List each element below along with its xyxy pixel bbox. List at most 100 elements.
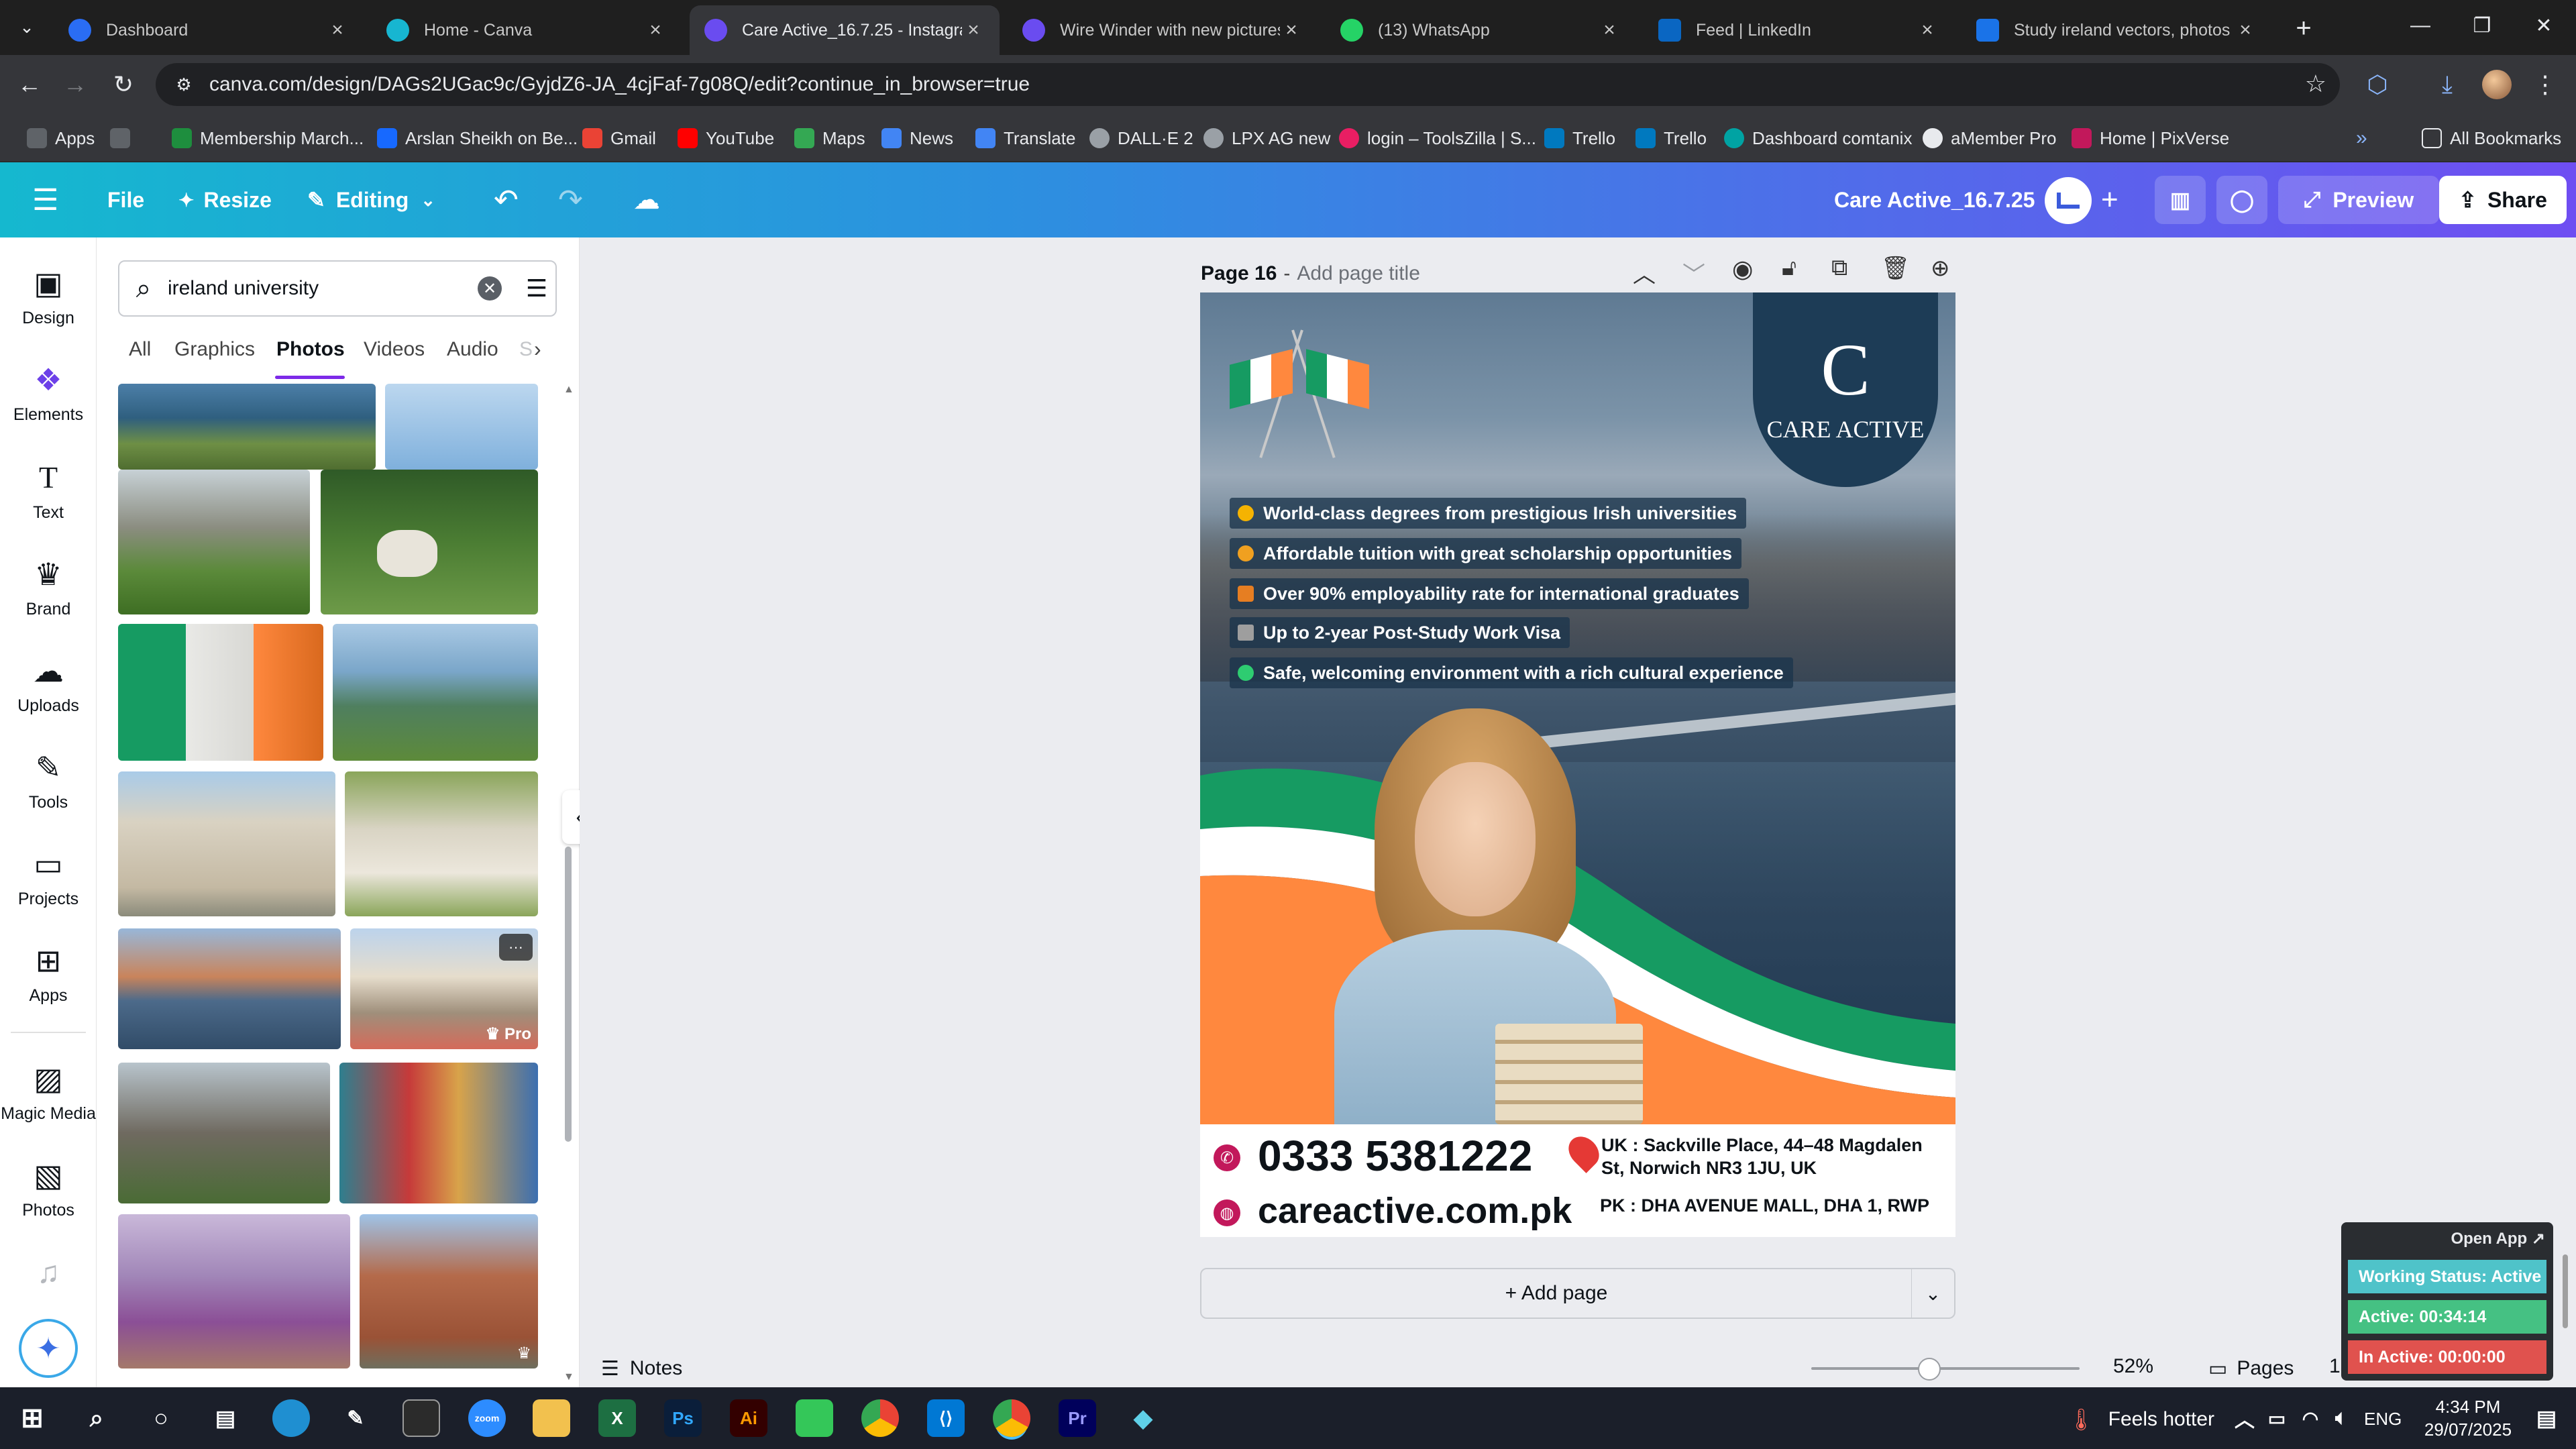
rail-item-elements[interactable]: ❖ Elements bbox=[0, 361, 97, 425]
tab-search-button[interactable]: ⌄ bbox=[9, 12, 44, 42]
bookmark-comtanix[interactable]: Dashboard comtanix bbox=[1724, 123, 1912, 153]
comments-icon[interactable]: ◯ bbox=[2216, 176, 2267, 224]
zoom-app-icon[interactable]: zoom bbox=[468, 1399, 506, 1437]
tab-audio[interactable]: Audio bbox=[447, 338, 498, 361]
vscode-icon[interactable]: ⟨⟩ bbox=[927, 1399, 965, 1437]
undo-icon[interactable]: ↶ bbox=[494, 181, 519, 219]
cortana-icon[interactable]: ○ bbox=[142, 1399, 180, 1437]
page-down-icon[interactable]: ﹀ bbox=[1682, 256, 1705, 289]
close-tab-icon[interactable]: × bbox=[644, 19, 667, 42]
bookmark-tab-groups[interactable] bbox=[110, 123, 130, 153]
minimize-window-icon[interactable]: — bbox=[2390, 0, 2451, 51]
photo-heather-path[interactable] bbox=[118, 1214, 350, 1368]
clear-search-icon[interactable]: ✕ bbox=[478, 276, 502, 301]
reload-icon[interactable]: ↻ bbox=[105, 66, 142, 103]
tabs-scroll-right-icon[interactable]: › bbox=[534, 337, 541, 362]
edge-browser-icon[interactable] bbox=[272, 1399, 310, 1437]
filter-sliders-icon[interactable]: ☰ bbox=[518, 274, 555, 303]
task-view-icon[interactable]: ▤ bbox=[207, 1399, 244, 1437]
search-input[interactable] bbox=[168, 277, 478, 300]
rail-item-tools[interactable]: ✎ Tools bbox=[0, 749, 97, 812]
scroll-thumb[interactable] bbox=[565, 847, 572, 1142]
close-tab-icon[interactable]: × bbox=[962, 19, 985, 42]
more-bookmarks-icon[interactable]: » bbox=[2356, 123, 2367, 153]
tab-graphics[interactable]: Graphics bbox=[174, 338, 255, 361]
rail-item-photos[interactable]: ▧ Photos bbox=[0, 1157, 97, 1220]
rail-item-projects[interactable]: ▭ Projects bbox=[0, 845, 97, 909]
back-arrow-icon[interactable]: ← bbox=[11, 66, 48, 103]
bookmark-toolszilla[interactable]: login – ToolsZilla | S... bbox=[1339, 123, 1536, 153]
photo-irish-flag[interactable] bbox=[118, 624, 323, 761]
download-icon[interactable]: ⤓ bbox=[2428, 66, 2466, 103]
bookmark-behance[interactable]: Arslan Sheikh on Be... bbox=[377, 123, 578, 153]
more-options-button[interactable]: ··· bbox=[499, 934, 533, 961]
tab-all[interactable]: All bbox=[129, 338, 151, 361]
browser-tab-whatsapp[interactable]: (13) WhatsApp × bbox=[1326, 5, 1635, 55]
lock-page-icon[interactable]: 🔓︎ bbox=[1782, 255, 1796, 281]
bookmark-apps[interactable]: Apps bbox=[27, 123, 95, 153]
pages-button[interactable]: ▭ Pages bbox=[2208, 1354, 2294, 1383]
hide-page-icon[interactable]: ◉ bbox=[1732, 255, 1753, 283]
close-tab-icon[interactable]: × bbox=[1280, 19, 1303, 42]
add-page-options-dropdown[interactable]: ⌄ bbox=[1911, 1268, 1955, 1319]
hamburger-menu-icon[interactable]: ☰ bbox=[32, 181, 58, 219]
bookmark-lpx[interactable]: LPX AG new bbox=[1203, 123, 1330, 153]
bookmark-trello-2[interactable]: Trello bbox=[1635, 123, 1707, 153]
browser-tab-wire-winder[interactable]: Wire Winder with new pictures × bbox=[1008, 5, 1318, 55]
open-app-button[interactable]: Open App ↗ bbox=[2451, 1229, 2545, 1248]
rail-item-music[interactable]: ♫ bbox=[0, 1253, 97, 1297]
close-tab-icon[interactable]: × bbox=[2234, 19, 2257, 42]
add-page-button[interactable]: + Add page bbox=[1200, 1268, 1913, 1319]
bookmark-star-icon[interactable]: ☆ bbox=[2305, 70, 2326, 98]
photo-sheep-closeup[interactable] bbox=[345, 771, 538, 916]
rail-item-brand[interactable]: ♛ Brand bbox=[0, 555, 97, 619]
bookmark-gmail[interactable]: Gmail bbox=[582, 123, 656, 153]
insights-chart-icon[interactable]: ▥ bbox=[2155, 176, 2206, 224]
photo-colorful-shops[interactable] bbox=[339, 1063, 538, 1203]
rail-item-text[interactable]: T Text bbox=[0, 459, 97, 523]
app-diamond-icon[interactable]: ◆ bbox=[1124, 1399, 1162, 1437]
notes-button[interactable]: ☰ Notes bbox=[601, 1354, 682, 1383]
new-tab-button[interactable]: + bbox=[2285, 9, 2322, 47]
redo-icon[interactable]: ↷ bbox=[558, 181, 583, 219]
bookmark-news[interactable]: News bbox=[881, 123, 953, 153]
page-up-icon[interactable]: ︿ bbox=[1633, 256, 1656, 289]
forward-arrow-icon[interactable]: → bbox=[56, 66, 94, 103]
zoom-slider-thumb[interactable] bbox=[1918, 1358, 1941, 1381]
windows-start-icon[interactable]: ⊞ bbox=[13, 1399, 51, 1437]
file-explorer-icon[interactable] bbox=[533, 1399, 570, 1437]
preview-button[interactable]: ⤢ Preview bbox=[2278, 176, 2439, 224]
photo-cathedral-town[interactable]: ··· ♛ Pro bbox=[350, 928, 538, 1049]
browser-tab-canva-home[interactable]: Home - Canva × bbox=[372, 5, 682, 55]
weather-widget[interactable]: 🌡︎ Feels hotter bbox=[2068, 1405, 2214, 1434]
pen-tool-icon[interactable]: ✎ bbox=[337, 1399, 374, 1437]
volume-icon[interactable]: 🔈︎ bbox=[2322, 1399, 2360, 1437]
editing-mode-dropdown[interactable]: ✎ Editing ⌄ bbox=[307, 181, 435, 219]
all-bookmarks[interactable]: All Bookmarks bbox=[2422, 123, 2561, 153]
cloud-saved-icon[interactable]: ☁ bbox=[633, 181, 660, 219]
browser-tab-dashboard[interactable]: Dashboard × bbox=[54, 5, 364, 55]
duplicate-page-icon[interactable]: ⧉ bbox=[1831, 255, 1847, 281]
notifications-icon[interactable]: ▤ bbox=[2528, 1399, 2565, 1437]
rail-item-magic-media[interactable]: ▨ Magic Media bbox=[0, 1060, 97, 1124]
browser-menu-icon[interactable]: ⋮ bbox=[2526, 66, 2564, 103]
rail-item-apps[interactable]: ⊞ Apps bbox=[0, 942, 97, 1006]
bookmark-trello-1[interactable]: Trello bbox=[1544, 123, 1615, 153]
photo-sheep-field[interactable] bbox=[321, 470, 538, 614]
close-window-icon[interactable]: ✕ bbox=[2513, 0, 2575, 51]
photo-coastal-cliffs[interactable] bbox=[118, 384, 376, 470]
scroll-down-icon[interactable]: ▼ bbox=[564, 1371, 574, 1383]
zoom-slider[interactable] bbox=[1811, 1358, 2080, 1381]
site-info-icon[interactable]: ⚙ bbox=[172, 72, 196, 97]
search-box[interactable]: ⌕ ✕ ☰ bbox=[118, 260, 557, 317]
address-bar[interactable]: ⚙ canva.com/design/DAGs2UGac9c/GyjdZ6-JA… bbox=[156, 63, 2340, 106]
photoshop-icon[interactable]: Ps bbox=[664, 1399, 702, 1437]
bookmark-dalle[interactable]: DALL·E 2 bbox=[1089, 123, 1193, 153]
add-page-above-icon[interactable]: ⊕ bbox=[1931, 255, 1950, 282]
magic-assistant-button[interactable]: ✦ bbox=[19, 1319, 78, 1378]
browser-tab-linkedin[interactable]: Feed | LinkedIn × bbox=[1644, 5, 1953, 55]
resize-button[interactable]: ✦ Resize bbox=[178, 181, 272, 219]
bookmark-amember[interactable]: aMember Pro bbox=[1923, 123, 2057, 153]
bookmark-pixverse[interactable]: Home | PixVerse bbox=[2072, 123, 2229, 153]
photo-river-bridge[interactable] bbox=[118, 928, 341, 1049]
